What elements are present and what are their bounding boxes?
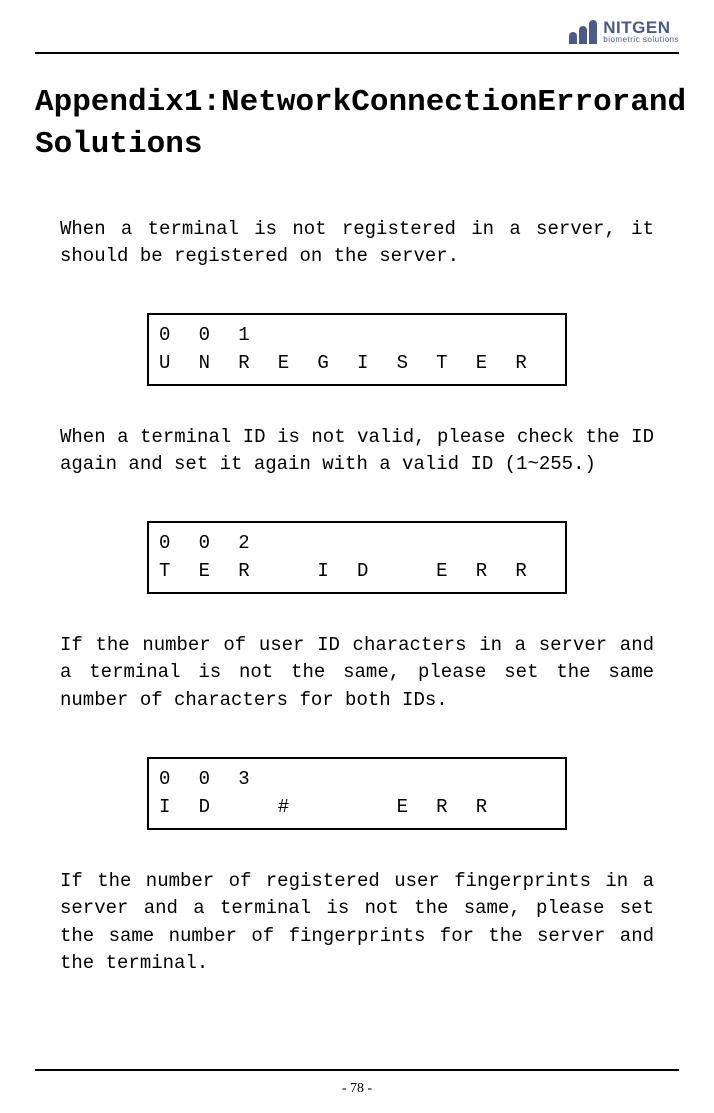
paragraph-3: If the number of user ID characters in a… [60, 632, 654, 715]
display-row: 003 [159, 765, 555, 794]
display-row: TERIDERR [159, 557, 555, 586]
display-row: 002 [159, 529, 555, 558]
logo-subtitle: biometric solutions [603, 36, 679, 44]
paragraph-2: When a terminal ID is not valid, please … [60, 424, 654, 479]
display-row: 001 [159, 321, 555, 350]
logo-name: NITGEN [603, 19, 679, 36]
display-box-2: 002 TERIDERR [147, 521, 567, 594]
footer-divider [35, 1069, 679, 1071]
display-row: ID#ERR [159, 793, 555, 822]
page-title: Appendix 1: Network Connection Error and… [35, 82, 679, 166]
paragraph-1: When a terminal is not registered in a s… [60, 216, 654, 271]
logo: NITGEN biometric solutions [569, 18, 679, 44]
page-number: - 78 - [0, 1081, 714, 1097]
content: When a terminal is not registered in a s… [35, 216, 679, 978]
paragraph-4: If the number of registered user fingerp… [60, 868, 654, 978]
display-box-3: 003 ID#ERR [147, 757, 567, 830]
display-box-1: 001 UNREGISTER [147, 313, 567, 386]
display-row: UNREGISTER [159, 349, 555, 378]
logo-icon [569, 18, 597, 44]
page-header: NITGEN biometric solutions [35, 18, 679, 54]
